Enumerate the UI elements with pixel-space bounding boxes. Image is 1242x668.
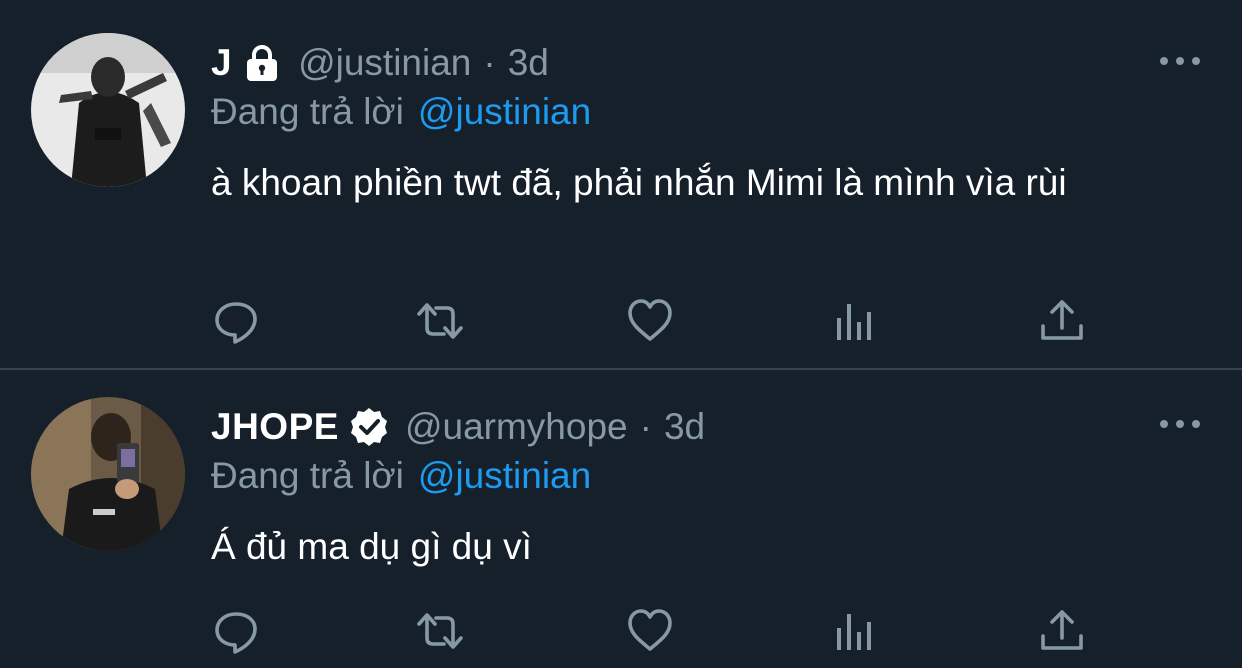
share-button[interactable] [1037,606,1087,656]
analytics-button[interactable] [831,606,881,656]
tweet-text: à khoan phiền twt đã, phải nhắn Mimi là … [211,162,1067,203]
reply-button[interactable] [211,606,261,656]
tweet[interactable]: JHOPE @uarmyhope · 3d Đang trả lời @just… [0,370,1242,668]
like-icon [628,609,672,651]
replying-to-label: Đang trả lời [211,455,404,496]
more-icon [1192,57,1200,65]
timestamp[interactable]: 3d [508,42,549,84]
reply-mention-link[interactable]: @justinian [418,91,591,133]
user-handle[interactable]: @uarmyhope [405,406,628,448]
replying-to: Đang trả lời @justinian [211,88,591,136]
more-icon [1176,420,1184,428]
analytics-icon [837,304,871,340]
more-icon [1192,420,1200,428]
replying-to-label: Đang trả lời [211,91,404,132]
replying-to: Đang trả lời @justinian [211,452,591,500]
lock-icon [240,41,284,85]
avatar-photo [31,33,185,187]
analytics-button[interactable] [831,296,881,346]
share-button[interactable] [1037,296,1087,346]
retweet-icon [417,303,463,339]
like-button[interactable] [625,606,675,656]
reply-button[interactable] [211,296,261,346]
display-name[interactable]: J [211,42,232,84]
share-icon [1041,610,1083,650]
tweet-header: JHOPE @uarmyhope · 3d [211,402,705,452]
like-button[interactable] [625,296,675,346]
tweet-actions [211,606,1091,656]
tweet-actions [211,296,1091,346]
user-handle[interactable]: @justinian [298,42,471,84]
like-icon [628,299,672,341]
separator-dot: · [483,42,496,83]
more-icon [1176,57,1184,65]
retweet-button[interactable] [415,606,465,656]
separator-dot: · [639,406,652,447]
more-icon [1160,420,1168,428]
share-icon [1041,300,1083,340]
retweet-button[interactable] [415,296,465,346]
retweet-icon [417,613,463,649]
tweet-header: J @justinian · 3d [211,38,549,88]
verified-icon [347,405,391,449]
avatar[interactable] [31,397,185,551]
reply-icon [215,302,257,344]
tweet-text: Á đủ ma dụ gì dụ vì [211,526,532,567]
avatar[interactable] [31,33,185,187]
more-icon [1160,57,1168,65]
more-options-button[interactable] [1160,414,1200,434]
timestamp[interactable]: 3d [664,406,705,448]
tweet[interactable]: J @justinian · 3d Đang trả lời @justinia… [0,0,1242,368]
more-options-button[interactable] [1160,51,1200,71]
reply-mention-link[interactable]: @justinian [418,455,591,497]
avatar-photo [31,397,185,551]
reply-icon [215,612,257,654]
analytics-icon [837,614,871,650]
display-name[interactable]: JHOPE [211,406,339,448]
